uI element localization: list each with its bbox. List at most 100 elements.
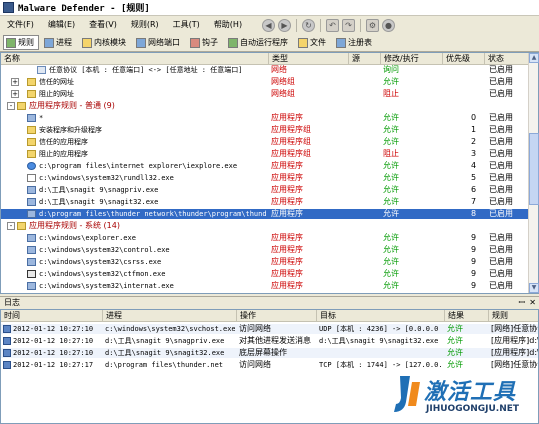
tab-process[interactable]: 进程 bbox=[41, 35, 77, 50]
log-entry-icon bbox=[3, 361, 11, 369]
rule-action: 允许 bbox=[383, 257, 399, 266]
hook-icon bbox=[190, 37, 200, 48]
scroll-thumb[interactable] bbox=[529, 133, 539, 205]
rule-name: c:\windows\system32\csrss.exe bbox=[39, 258, 162, 266]
log-op: 对其他进程发送消息 bbox=[239, 336, 311, 345]
folder-icon bbox=[27, 78, 36, 86]
col-target[interactable]: 目标 bbox=[317, 310, 445, 322]
menu-tools[interactable]: 工具(T) bbox=[166, 16, 207, 34]
rule-row[interactable]: 安装程序和升级程序 应用程序组 允许 1 已启用 bbox=[1, 125, 529, 135]
rule-status: 已启用 bbox=[489, 113, 513, 122]
rule-type: 应用程序 bbox=[271, 233, 303, 242]
app-icon bbox=[27, 282, 36, 290]
rule-priority bbox=[471, 77, 485, 87]
rule-name: c:\windows\system32\ctfmon.exe bbox=[39, 270, 166, 278]
tab-rules[interactable]: 规则 bbox=[3, 35, 39, 50]
log-entry-icon bbox=[3, 337, 11, 345]
expand-icon[interactable]: + bbox=[11, 78, 19, 86]
log-process: d:\工具\snagit 9\snagpriv.exe bbox=[105, 337, 225, 345]
col-result[interactable]: 结果 bbox=[445, 310, 489, 322]
log-row[interactable]: 2012-01-12 10:27:10 d:\工具\snagit 9\snagit… bbox=[1, 348, 538, 358]
tab-files[interactable]: 文件 bbox=[295, 35, 331, 50]
rule-type: 应用程序 bbox=[271, 113, 303, 122]
rule-row[interactable]: c:\windows\system32\rundll32.exe 应用程序 允许 5 已… bbox=[1, 173, 529, 183]
rule-row[interactable]: d:\program files\thunder network\thunder… bbox=[1, 209, 529, 219]
refresh-icon[interactable]: ↻ bbox=[302, 18, 315, 32]
log-row[interactable]: 2012-01-12 10:27:10 c:\windows\system32\s… bbox=[1, 324, 538, 334]
rule-group-row[interactable]: - 应用程序规则 - 普通 (9) bbox=[1, 101, 529, 111]
title-bar: Malware Defender - [规则] bbox=[0, 0, 539, 16]
rule-row[interactable]: 阻止的应用程序 应用程序组 阻止 3 已启用 bbox=[1, 149, 529, 159]
rules-scrollbar[interactable]: ▲ ▼ bbox=[528, 53, 539, 293]
rule-row[interactable]: * 应用程序 允许 0 已启用 bbox=[1, 113, 529, 123]
rule-type: 应用程序 bbox=[271, 281, 303, 290]
pin-icon[interactable]: ꟷ bbox=[518, 298, 525, 308]
rule-row[interactable]: c:\windows\explorer.exe 应用程序 允许 9 已启用 bbox=[1, 233, 529, 243]
tab-label: 文件 bbox=[310, 38, 326, 47]
col-time[interactable]: 时间 bbox=[1, 310, 103, 322]
rule-priority: 9 bbox=[471, 257, 477, 266]
rule-name: 阻止的网址 bbox=[39, 90, 74, 98]
window-title: Malware Defender - [规则] bbox=[18, 4, 150, 14]
tab-network-ports[interactable]: 网络端口 bbox=[133, 35, 185, 50]
rule-name: 阻止的应用程序 bbox=[39, 150, 88, 158]
menu-view[interactable]: 查看(V) bbox=[82, 16, 124, 34]
rule-row[interactable]: c:\windows\system32\internat.exe 应用程序 允许 9 已… bbox=[1, 281, 529, 291]
col-type[interactable]: 类型 bbox=[269, 53, 349, 65]
log-row[interactable]: 2012-01-12 10:27:10 d:\工具\snagit 9\snagpr… bbox=[1, 336, 538, 346]
col-status[interactable]: 状态 bbox=[485, 53, 529, 65]
tab-registry[interactable]: 注册表 bbox=[333, 35, 377, 50]
undo-icon[interactable]: ↶ bbox=[326, 18, 339, 32]
rule-type: 应用程序 bbox=[271, 245, 303, 254]
redo-icon[interactable]: ↷ bbox=[342, 18, 355, 32]
rule-type: 应用程序 bbox=[271, 197, 303, 206]
rule-type: 应用程序 bbox=[271, 209, 303, 218]
tab-kernel-modules[interactable]: 内核模块 bbox=[79, 35, 131, 50]
forward-icon[interactable]: ▶ bbox=[278, 18, 291, 32]
rule-row[interactable]: c:\windows\system32\csrss.exe 应用程序 允许 9 已启用 bbox=[1, 257, 529, 267]
menu-file[interactable]: 文件(F) bbox=[0, 16, 41, 34]
col-operation[interactable]: 操作 bbox=[237, 310, 317, 322]
back-icon[interactable]: ◀ bbox=[262, 18, 275, 32]
rules-pane: 名称 类型 源 修改/执行 优先级 状态 任意协议 [本机 : 任意端口] <-… bbox=[0, 52, 539, 294]
col-priority[interactable]: 优先级 bbox=[443, 53, 485, 65]
rule-row[interactable]: 信任的应用程序 应用程序组 允许 2 已启用 bbox=[1, 137, 529, 147]
rule-row[interactable]: d:\工具\snagit 9\snagpriv.exe 应用程序 允许 6 已启用 bbox=[1, 185, 529, 195]
col-rule[interactable]: 规则 bbox=[489, 310, 538, 322]
close-icon[interactable]: ✕ bbox=[529, 298, 536, 308]
rule-group-row[interactable]: - 应用程序规则 - 系统 (14) bbox=[1, 221, 529, 231]
tab-hooks[interactable]: 钩子 bbox=[187, 35, 223, 50]
rule-status: 已启用 bbox=[489, 257, 513, 266]
rule-row[interactable]: d:\工具\snagit 9\snagit32.exe 应用程序 允许 7 已启用 bbox=[1, 197, 529, 207]
stop-icon[interactable]: ● bbox=[382, 18, 395, 32]
rule-row[interactable]: c:\program files\internet explorer\iexpl… bbox=[1, 161, 529, 171]
rule-row[interactable]: 任意协议 [本机 : 任意端口] <-> [任意地址 : 任意端口] 网络 询问 已启… bbox=[1, 65, 529, 75]
rule-priority: 6 bbox=[471, 185, 477, 194]
app-icon bbox=[27, 246, 36, 254]
settings-icon[interactable]: ⚙ bbox=[366, 18, 379, 32]
menu-edit[interactable]: 编辑(E) bbox=[41, 16, 82, 34]
menu-rules[interactable]: 规则(R) bbox=[124, 16, 166, 34]
menu-help[interactable]: 帮助(H) bbox=[207, 16, 249, 34]
scroll-down-icon[interactable]: ▼ bbox=[529, 283, 539, 293]
rule-priority bbox=[471, 89, 485, 99]
nav-toolbar: ◀ ▶ ↻ ↶ ↷ ⚙ ● bbox=[262, 16, 395, 34]
collapse-icon[interactable]: - bbox=[7, 102, 15, 110]
rule-row[interactable]: + 信任的网址 网络组 允许 已启用 bbox=[1, 77, 529, 87]
rule-priority: 4 bbox=[471, 161, 477, 170]
expand-icon[interactable]: + bbox=[11, 90, 19, 98]
rule-type: 应用程序组 bbox=[271, 125, 311, 134]
rule-row[interactable]: + 阻止的网址 网络组 阻止 已启用 bbox=[1, 89, 529, 99]
tab-autorun[interactable]: 自动运行程序 bbox=[225, 35, 293, 50]
col-process[interactable]: 进程 bbox=[103, 310, 237, 322]
watermark-cn-text: 激活工具 bbox=[424, 380, 517, 405]
col-source[interactable]: 源 bbox=[349, 53, 381, 65]
collapse-icon[interactable]: - bbox=[7, 222, 15, 230]
scroll-up-icon[interactable]: ▲ bbox=[529, 53, 539, 63]
col-modify-exec[interactable]: 修改/执行 bbox=[381, 53, 443, 65]
rule-row[interactable]: c:\windows\system32\ctfmon.exe 应用程序 允许 9 已启用 bbox=[1, 269, 529, 279]
log-rule: [网络]任意协议 bbox=[491, 324, 538, 333]
rule-action: 允许 bbox=[383, 173, 399, 182]
col-name[interactable]: 名称 bbox=[1, 53, 269, 65]
rule-row[interactable]: c:\windows\system32\control.exe 应用程序 允许 9 已启… bbox=[1, 245, 529, 255]
